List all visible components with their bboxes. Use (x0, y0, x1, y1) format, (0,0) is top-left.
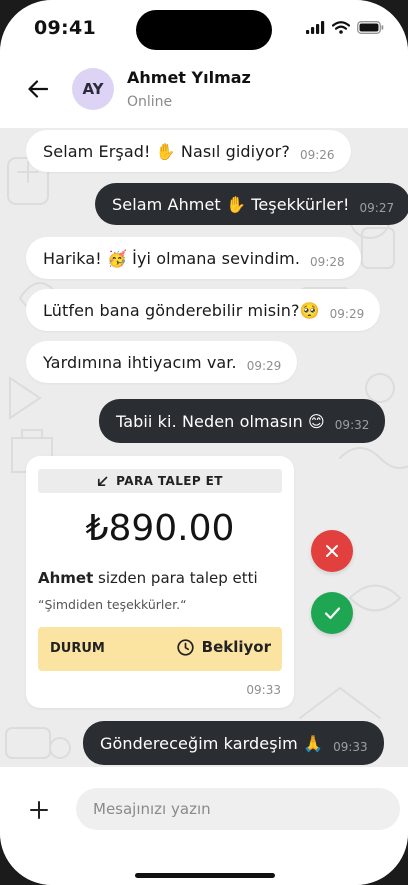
avatar[interactable]: AY (72, 68, 114, 110)
status-value-group: Bekliyor (176, 638, 271, 656)
status-icons (306, 19, 384, 38)
message-text: Göndereceğim kardeşim 🙏 (100, 733, 324, 753)
battery-icon (357, 19, 384, 38)
arrow-down-left-icon (98, 476, 108, 486)
check-icon (324, 607, 340, 620)
message-text: Lütfen bana gönderebilir misin?🥺 (43, 300, 320, 320)
request-amount: ₺890.00 (85, 508, 235, 549)
requester-name: Ahmet (38, 569, 94, 587)
message-time: 09:32 (334, 417, 370, 432)
request-text: sizden para talep etti (98, 569, 258, 587)
message-bubble[interactable]: Harika! 🥳 İyi olmana sevindim. 09:28 (26, 237, 361, 279)
status-label: DURUM (50, 641, 105, 656)
message-time: 09:26 (299, 147, 335, 162)
status-badge: DURUM Bekliyor (38, 627, 282, 671)
message-bubble[interactable]: Yardımına ihtiyacım var. 09:29 (26, 341, 298, 383)
message-bubble[interactable]: Selam Erşad! ✋ Nasıl gidiyor? 09:26 (26, 130, 351, 172)
accept-button[interactable] (311, 592, 353, 634)
arrow-left-icon (28, 80, 48, 98)
message-time: 09:28 (310, 254, 345, 269)
message-bubble[interactable]: Lütfen bana gönderebilir misin?🥺 09:29 (26, 289, 381, 331)
back-button[interactable] (22, 74, 54, 104)
signal-icon (306, 19, 325, 38)
contact-status: Online (127, 94, 173, 110)
message-bubble[interactable]: Selam Ahmet ✋ Teşekkürler! 09:27 (95, 183, 408, 225)
clock-icon (176, 638, 194, 656)
message-bubble[interactable]: Tabii ki. Neden olmasın 😊 09:32 (99, 399, 386, 443)
message-input[interactable] (76, 788, 400, 830)
request-label: PARA TALEP ET (38, 469, 282, 493)
phone-screen: 09:41 AY Ahmet Yılmaz Online Selam Erşad… (0, 0, 408, 885)
message-time: 09:29 (329, 306, 365, 321)
home-indicator[interactable] (135, 873, 275, 878)
composer (0, 767, 408, 885)
reject-button[interactable] (311, 530, 353, 572)
close-icon (326, 545, 338, 557)
message-text: Yardımına ihtiyacım var. (43, 352, 237, 372)
request-note: “Şimdiden teşekkürler.“ (38, 597, 187, 612)
message-time: 09:29 (246, 358, 282, 373)
dynamic-island (136, 10, 272, 50)
status-time: 09:41 (34, 17, 96, 39)
message-time: 09:27 (359, 200, 395, 215)
attach-button[interactable] (26, 797, 52, 823)
message-text: Selam Erşad! ✋ Nasıl gidiyor? (43, 141, 290, 161)
wifi-icon (331, 19, 351, 38)
message-bubble[interactable]: Göndereceğim kardeşim 🙏 09:33 (83, 721, 384, 765)
request-time: 09:33 (246, 683, 281, 697)
message-text: Tabii ki. Neden olmasın 😊 (116, 411, 325, 431)
message-text: Harika! 🥳 İyi olmana sevindim. (43, 248, 301, 268)
request-label-text: PARA TALEP ET (116, 474, 223, 488)
money-request-card[interactable]: PARA TALEP ET ₺890.00 Ahmet sizden para … (26, 456, 294, 708)
status-value: Bekliyor (201, 638, 271, 656)
message-time: 09:33 (333, 739, 368, 754)
plus-icon (30, 801, 48, 819)
chat-area[interactable]: Selam Erşad! ✋ Nasıl gidiyor? 09:26 Sela… (0, 128, 408, 768)
message-text: Selam Ahmet ✋ Teşekkürler! (112, 194, 350, 214)
request-description: Ahmet sizden para talep etti (38, 569, 258, 587)
contact-name[interactable]: Ahmet Yılmaz (127, 68, 251, 87)
header: 09:41 AY Ahmet Yılmaz Online (0, 0, 408, 128)
